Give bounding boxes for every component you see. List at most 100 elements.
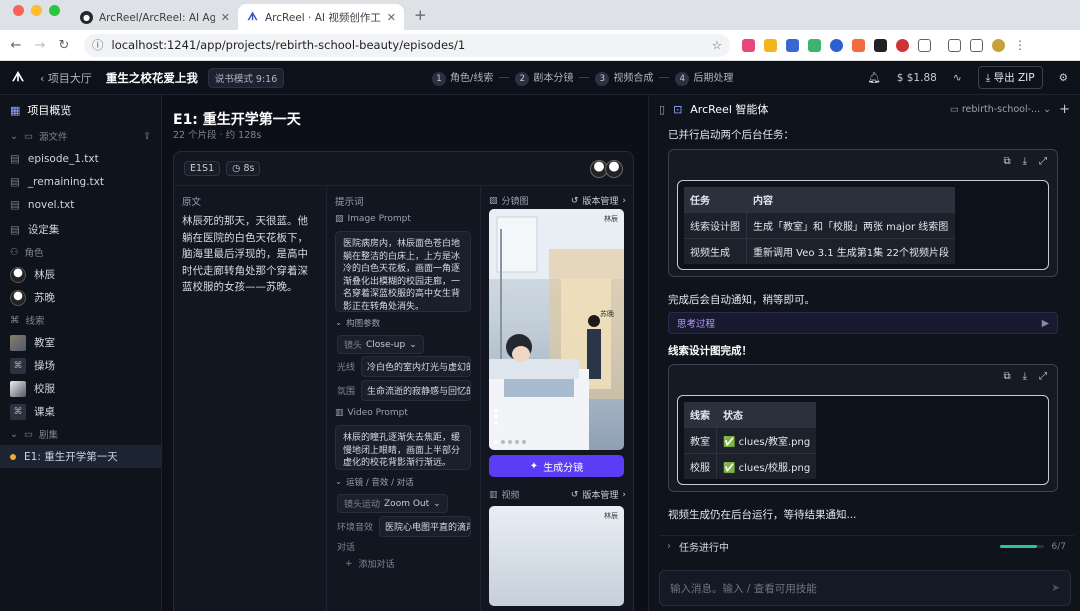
browser-tab-arcreel[interactable]: ᗑ ArcReel · AI 视频创作工作台 ✕ [238, 4, 404, 30]
send-icon[interactable]: ➤ [1051, 582, 1060, 594]
video-preview[interactable]: 林辰 [489, 506, 624, 606]
film-icon: ▥ [335, 408, 344, 418]
add-dialog-button[interactable]: + 添加对话 [345, 557, 395, 571]
extension-icon[interactable] [808, 38, 821, 52]
episode-item[interactable]: E1: 重生开学第一天 [0, 445, 161, 468]
hospital-scene-illustration [489, 209, 624, 450]
file-item[interactable]: ▤ episode_1.txt [0, 147, 161, 170]
light-input[interactable]: 冷白色的室内灯光与虚幻的 [361, 356, 471, 377]
close-tab-icon[interactable]: ✕ [221, 11, 230, 24]
new-tab-button[interactable]: + [404, 6, 437, 30]
step-1[interactable]: 1 角色/线索 [432, 69, 493, 86]
tab-title: ArcReel/ArcReel: AI Agent 驱 [99, 11, 215, 24]
image-prompt-field[interactable]: 医院病房内，林辰面色苍白地躺在整洁的白床上，上方是冰冷的白色天花板，画面一角逐渐… [335, 231, 471, 312]
video-version-link[interactable]: ↺ 版本管理 › [571, 488, 626, 502]
generate-storyboard-button[interactable]: ✦ 生成分镜 [489, 455, 624, 477]
clue-item[interactable]: 教室 [0, 331, 161, 354]
sparkle-icon: ✦ [529, 460, 539, 472]
video-prompt-header: ▥ Video Prompt [335, 408, 408, 418]
extension-icon[interactable] [896, 38, 909, 52]
segment-id: E1S1 [184, 161, 221, 176]
profile-avatar[interactable] [992, 38, 1005, 52]
section-clues[interactable]: ⌘ 线索 [0, 309, 161, 331]
activity-icon[interactable]: ∿ [953, 72, 962, 84]
segment-header: E1S1 ◷ 8s [174, 152, 633, 186]
table-row: 线索设计图 生成「教室」和「校服」两张 major 线索图 [684, 211, 956, 238]
extension-icon[interactable] [874, 38, 887, 52]
file-item[interactable]: ▤ _remaining.txt [0, 170, 161, 193]
task-progress-bar[interactable]: › 任务进行中 6/7 [659, 535, 1074, 557]
browser-tab-github[interactable]: ● ArcReel/ArcReel: AI Agent 驱 ✕ [72, 4, 238, 30]
collapse-panel-icon[interactable]: ▯ [659, 103, 665, 116]
ambient-row: 环境音效 医院心电图平直的滴声 [337, 516, 471, 537]
expand-icon[interactable]: ⤢ [1039, 371, 1047, 382]
mood-input[interactable]: 生命流逝的寂静感与回忆的 [361, 380, 471, 401]
cost-display[interactable]: $ $1.88 [897, 72, 937, 84]
site-info-icon[interactable]: ⓘ [92, 37, 104, 53]
close-tab-icon[interactable]: ✕ [387, 11, 396, 24]
motion-section-header[interactable]: ⌄ 运镜 / 音效 / 对话 [335, 476, 414, 488]
settings-doc[interactable]: ▤ 设定集 [0, 218, 161, 241]
extension-icon[interactable] [764, 38, 777, 52]
download-icon[interactable]: ⤓ [1023, 371, 1027, 382]
section-episodes[interactable]: ⌄ ▭ 剧集 [0, 423, 161, 445]
image-pager[interactable] [494, 409, 498, 425]
message-input[interactable]: 输入消息。输入 / 查看可用技能 ➤ [659, 570, 1071, 606]
forward-arrow-icon[interactable]: → [28, 38, 52, 53]
section-roles[interactable]: ⚇ 角色 [0, 241, 161, 263]
character-tag: 林辰 [604, 512, 618, 520]
video-prompt-field[interactable]: 林辰的瞳孔逐渐失去焦距，缓慢地闭上眼睛，画面上半部分虚化的校花背影渐行渐远。 [335, 425, 471, 470]
sidebar-overview[interactable]: ▦ 项目概览 [0, 95, 161, 125]
export-zip-button[interactable]: ⤓ 导出 ZIP [977, 66, 1043, 89]
storyboard-image[interactable]: 林辰 苏晚 [489, 209, 624, 450]
copy-icon[interactable]: ⧉ [1003, 371, 1010, 382]
thinking-process-toggle[interactable]: 思考过程 ▶ [668, 312, 1058, 334]
tab-search-icon[interactable] [948, 38, 961, 52]
new-session-plus-icon[interactable]: + [1059, 102, 1070, 117]
composition-header[interactable]: ⌄ 构图参数 [335, 317, 380, 329]
ambient-input[interactable]: 医院心电图平直的滴声 [379, 516, 471, 537]
thumbnail-dots[interactable] [494, 440, 526, 444]
bell-icon[interactable]: 🔔︎ [867, 71, 880, 84]
bookmark-star-icon[interactable]: ☆ [712, 38, 722, 52]
close-window-button[interactable] [13, 4, 24, 16]
camera-motion-select[interactable]: 镜头运动 Zoom Out ⌄ [337, 494, 448, 513]
role-item[interactable]: 苏晚 [0, 286, 161, 309]
puzzle-extensions-icon[interactable] [918, 38, 931, 52]
clue-item[interactable]: ⌘ 课桌 [0, 400, 161, 423]
extension-icon[interactable] [742, 38, 755, 52]
step-3[interactable]: 3 视频合成 [595, 69, 653, 86]
extension-icon[interactable] [830, 38, 843, 52]
settings-gear-icon[interactable]: ⚙ [1059, 72, 1068, 84]
url-bar[interactable]: ⓘ localhost:1241/app/projects/rebirth-sc… [84, 33, 730, 57]
clue-item[interactable]: 校服 [0, 377, 161, 400]
avatar[interactable] [605, 159, 623, 178]
shot-select[interactable]: 镜头 Close-up ⌄ [337, 335, 424, 354]
zoom-window-button[interactable] [49, 4, 60, 16]
session-select[interactable]: ▭ rebirth-school-... ⌄ [950, 104, 1051, 115]
menu-kebab-icon[interactable]: ⋮ [1014, 39, 1026, 52]
copy-icon[interactable]: ⧉ [1003, 156, 1010, 167]
expand-icon[interactable]: ⤢ [1039, 156, 1047, 167]
puzzle-icon: ⌘ [10, 403, 26, 420]
back-to-lobby[interactable]: ‹ 项目大厅 [40, 70, 92, 86]
duration-badge[interactable]: ◷ 8s [226, 161, 261, 176]
reload-icon[interactable]: ↻ [52, 38, 76, 53]
file-item[interactable]: ▤ novel.txt [0, 193, 161, 216]
clue-item[interactable]: ⌘ 操场 [0, 354, 161, 377]
downloads-icon[interactable] [970, 38, 983, 52]
extension-icon[interactable] [852, 38, 865, 52]
step-2[interactable]: 2 剧本分镜 [515, 69, 573, 86]
version-manage-link[interactable]: ↺ 版本管理 › [571, 194, 626, 208]
agent-panel: ▯ ⊡ ArcReel 智能体 ▭ rebirth-school-... ⌄ +… [648, 95, 1080, 611]
section-source[interactable]: ⌄ ▭ 源文件 ⇪ [0, 125, 161, 147]
arcreel-logo[interactable]: ᗑ [10, 70, 26, 86]
extension-icon[interactable] [786, 38, 799, 52]
arcreel-icon: ᗑ [247, 10, 258, 23]
step-4[interactable]: 4 后期处理 [675, 69, 733, 86]
upload-icon[interactable]: ⇪ [143, 131, 151, 142]
minimize-window-button[interactable] [31, 4, 42, 16]
back-arrow-icon[interactable]: ← [4, 38, 28, 53]
download-icon[interactable]: ⤓ [1023, 156, 1027, 167]
role-item[interactable]: 林辰 [0, 263, 161, 286]
